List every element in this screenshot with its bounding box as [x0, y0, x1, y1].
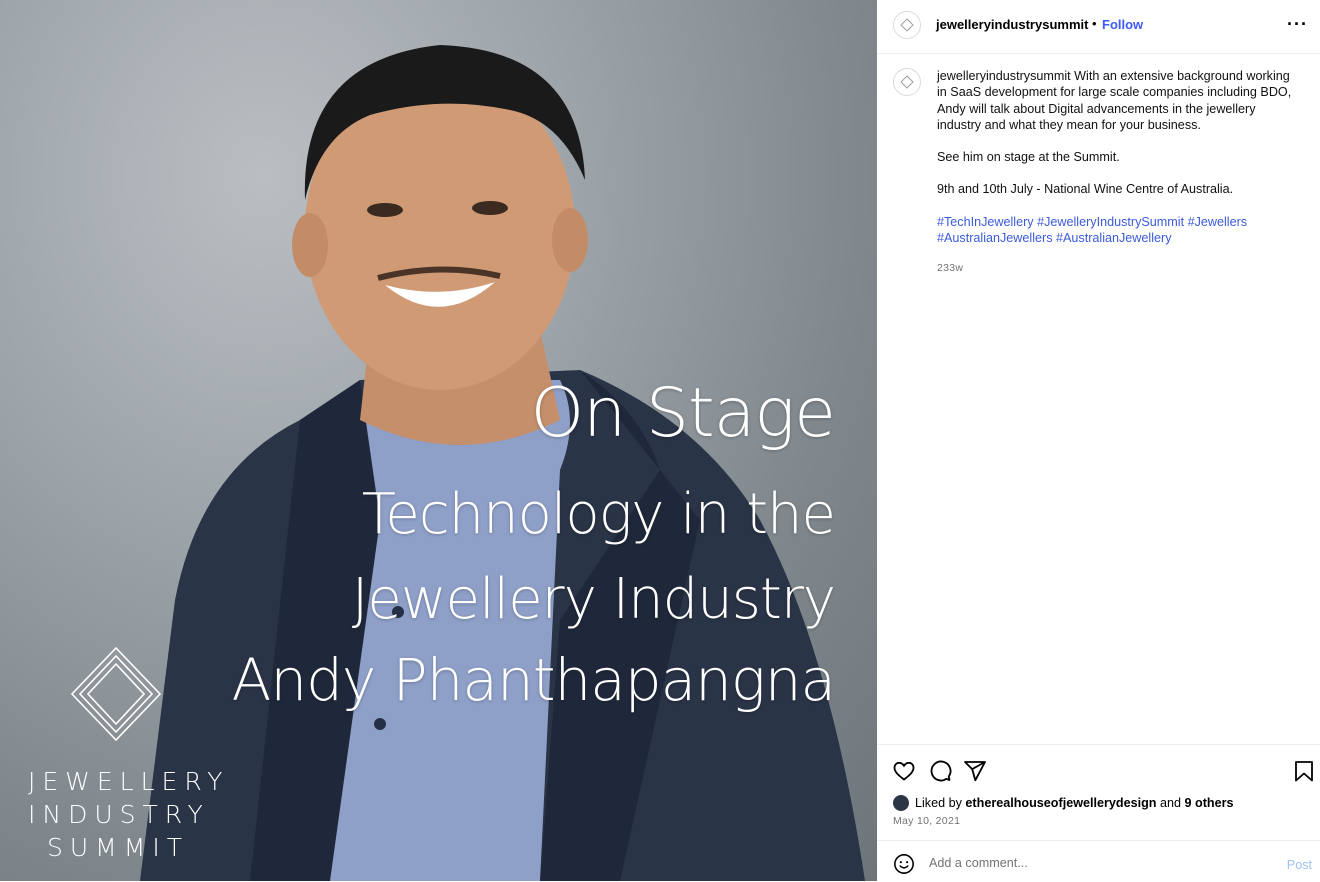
hashtag-link[interactable]: #Jewellers — [1188, 215, 1248, 229]
caption-paragraph-2: See him on stage at the Summit. — [937, 150, 1120, 165]
logo-text-line-3: SUMMIT — [47, 833, 189, 862]
avatar-logo-icon — [900, 75, 914, 89]
post-date[interactable]: May 10, 2021 — [893, 815, 960, 827]
share-icon[interactable] — [963, 759, 987, 783]
logo-text-line-1: JEWELLERY — [28, 767, 230, 796]
follow-button[interactable]: Follow — [1102, 17, 1143, 32]
liked-by-prefix: Liked by — [915, 796, 962, 810]
header-username[interactable]: jewelleryindustrysummit — [936, 17, 1088, 32]
hashtag-link[interactable]: #TechInJewellery — [937, 215, 1034, 229]
caption-username[interactable]: jewelleryindustrysummit — [937, 69, 1071, 83]
caption-text-block: jewelleryindustrysummit With an extensiv… — [937, 68, 1297, 277]
overlay-topic: Technology in the Jewellery Industry — [351, 482, 836, 632]
comment-input[interactable] — [927, 851, 1271, 875]
likes-summary: Liked by etherealhouseofjewellerydesign … — [893, 795, 1234, 811]
overlay-title: On Stage — [530, 374, 836, 453]
post-header: jewelleryindustrysummit • Follow ··· — [877, 0, 1320, 54]
liked-by-and: and — [1160, 796, 1182, 810]
liked-by-others[interactable]: 9 others — [1185, 796, 1234, 810]
more-options-icon[interactable]: ··· — [1287, 14, 1308, 35]
comment-bar: Post — [877, 840, 1320, 882]
logo-text-line-2: INDUSTRY — [28, 800, 210, 829]
liked-by-username[interactable]: etherealhouseofjewellerydesign — [965, 796, 1156, 810]
comment-icon[interactable] — [928, 759, 952, 783]
caption-age[interactable]: 233w — [937, 260, 1297, 276]
account-avatar[interactable] — [893, 11, 921, 39]
post-image[interactable]: On Stage Technology in the Jewellery Ind… — [0, 0, 877, 881]
hashtag-link[interactable]: #JewelleryIndustrySummit — [1037, 215, 1184, 229]
header-separator: • — [1092, 16, 1097, 31]
caption-paragraph-3: 9th and 10th July - National Wine Centre… — [937, 182, 1234, 197]
bookmark-icon[interactable] — [1293, 759, 1315, 783]
overlay-speaker-name: Andy Phanthapangna — [231, 646, 836, 714]
post-comment-button[interactable]: Post — [1287, 858, 1312, 872]
hashtag-link[interactable]: #AustralianJewellers — [937, 231, 1053, 245]
emoji-icon[interactable] — [893, 853, 915, 875]
summit-diamond-logo-icon — [70, 646, 162, 742]
actions-bar: Liked by etherealhouseofjewellerydesign … — [877, 744, 1320, 841]
liker-avatar[interactable] — [893, 795, 909, 811]
hashtag-link[interactable]: #AustralianJewellery — [1056, 231, 1172, 245]
hashtag-list: #TechInJewellery #JewelleryIndustrySummi… — [937, 214, 1297, 247]
avatar-logo-icon — [900, 18, 914, 32]
caption-avatar[interactable] — [893, 68, 921, 96]
heart-icon[interactable] — [892, 759, 916, 783]
post-side-panel: jewelleryindustrysummit • Follow ··· jew… — [877, 0, 1320, 881]
